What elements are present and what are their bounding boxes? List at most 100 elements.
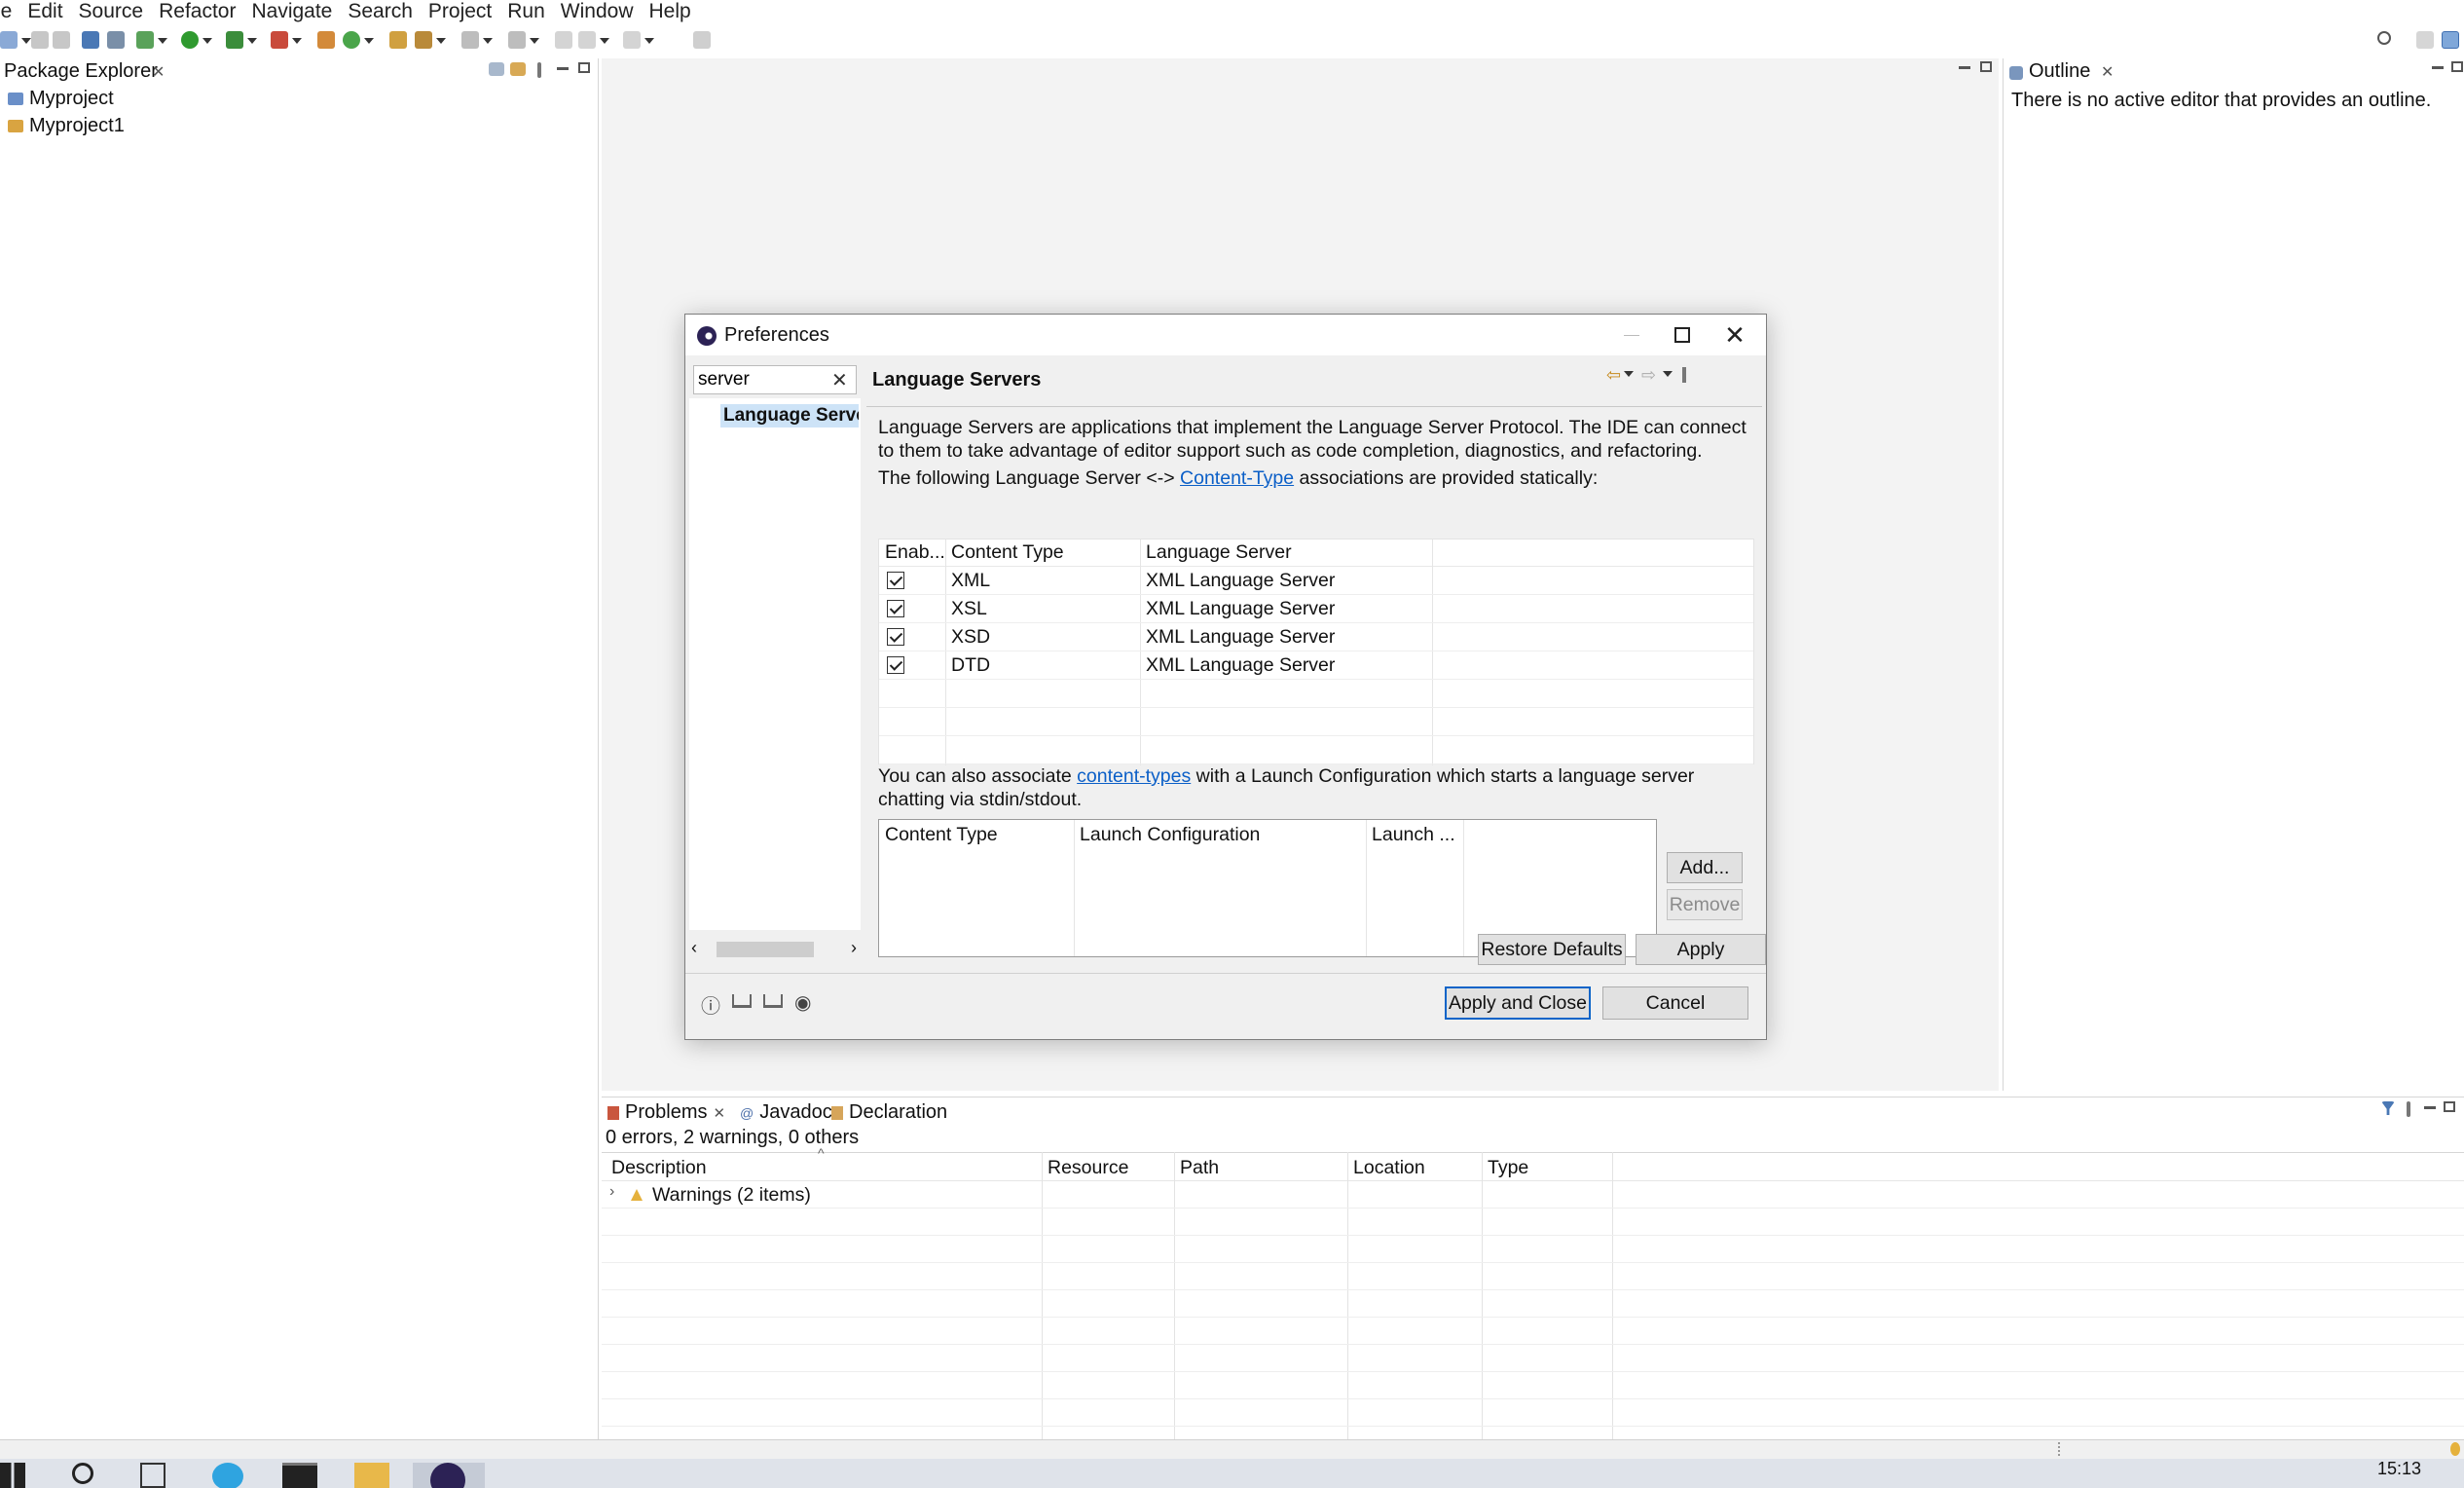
col-description[interactable]: Description — [611, 1157, 707, 1179]
restore-defaults-button[interactable]: Restore Defaults — [1478, 934, 1626, 965]
enabled-checkbox[interactable] — [887, 628, 904, 646]
tab-outline[interactable]: Outline — [2029, 60, 2090, 83]
close-icon[interactable]: ✕ — [713, 1104, 725, 1122]
open-perspective-icon[interactable] — [2416, 31, 2434, 49]
apply-and-close-button[interactable]: Apply and Close — [1445, 986, 1591, 1020]
col-launch-configuration[interactable]: Launch Configuration — [1080, 824, 1260, 846]
help-icon[interactable]: ⓘ — [701, 990, 722, 1018]
col-enabled[interactable]: Enab... — [885, 541, 945, 564]
col-path[interactable]: Path — [1180, 1157, 1219, 1179]
minimize-icon[interactable] — [557, 67, 569, 70]
chevron-left-icon[interactable]: ‹ — [691, 938, 697, 958]
tree-item[interactable]: Myproject1 — [8, 115, 125, 137]
menu-edit[interactable]: Edit — [19, 0, 70, 25]
add-button[interactable]: Add... — [1667, 852, 1743, 883]
close-icon[interactable]: ✕ — [152, 62, 165, 82]
coverage-icon[interactable] — [226, 31, 257, 49]
maximize-icon[interactable] — [2444, 1101, 2455, 1112]
minimize-icon[interactable] — [1959, 66, 1970, 69]
table-row[interactable]: DTD XML Language Server — [879, 651, 1753, 680]
table-row[interactable]: XSL XML Language Server — [879, 595, 1753, 623]
java-perspective-icon[interactable] — [2442, 31, 2459, 49]
collapse-all-icon[interactable] — [489, 62, 504, 76]
menu-help[interactable]: Help — [642, 0, 699, 25]
new-java-package-icon[interactable] — [317, 31, 335, 49]
new-icon[interactable] — [0, 31, 31, 49]
link-with-editor-icon[interactable] — [510, 62, 526, 76]
chevron-right-icon[interactable]: › — [609, 1183, 614, 1201]
content-type-link[interactable]: Content-Type — [1180, 467, 1294, 489]
external-tools-icon[interactable] — [271, 31, 302, 49]
view-menu-icon[interactable] — [2407, 1101, 2410, 1117]
table-row[interactable]: › Warnings (2 items) — [602, 1181, 2464, 1209]
chevron-down-icon[interactable] — [1663, 371, 1673, 377]
tree-horizontal-scrollbar[interactable]: ‹ › — [689, 938, 861, 961]
save-icon[interactable] — [31, 31, 49, 49]
search-icon[interactable] — [2377, 31, 2391, 45]
menu-search[interactable]: Search — [340, 0, 421, 25]
pin-editor-icon[interactable] — [693, 31, 711, 49]
view-menu-icon[interactable] — [1682, 367, 1686, 383]
previous-annotation-icon[interactable] — [508, 31, 539, 49]
scrollbar-thumb[interactable] — [717, 942, 814, 957]
menu-run[interactable]: Run — [499, 0, 553, 25]
back-icon[interactable]: ⇦ — [1606, 365, 1621, 386]
tab-problems[interactable]: Problems ✕ — [607, 1101, 725, 1124]
eclipse-taskbar-item[interactable] — [413, 1463, 485, 1488]
window-minimize-icon[interactable] — [1612, 320, 1651, 350]
filter-icon[interactable] — [2381, 1101, 2395, 1115]
menu-navigate[interactable]: Navigate — [243, 0, 340, 25]
forward-icon[interactable] — [623, 31, 654, 49]
minimize-icon[interactable] — [2432, 66, 2444, 69]
terminal-icon[interactable] — [82, 31, 99, 49]
menu-file[interactable]: le — [0, 0, 19, 25]
import-icon[interactable] — [732, 994, 752, 1008]
cancel-button[interactable]: Cancel — [1602, 986, 1748, 1020]
apply-button[interactable]: Apply — [1636, 934, 1766, 965]
last-edit-icon[interactable] — [555, 31, 572, 49]
forward-icon[interactable]: ⇨ — [1641, 365, 1656, 386]
col-launch-mode[interactable]: Launch ... — [1372, 824, 1455, 846]
back-icon[interactable] — [578, 31, 609, 49]
clear-icon[interactable]: ✕ — [831, 368, 848, 392]
save-all-icon[interactable] — [53, 31, 70, 49]
tab-declaration[interactable]: Declaration — [831, 1101, 947, 1124]
maximize-icon[interactable] — [1980, 61, 1992, 72]
window-close-icon[interactable]: ✕ — [1715, 320, 1754, 350]
enabled-checkbox[interactable] — [887, 600, 904, 617]
col-content-type[interactable]: Content Type — [951, 541, 1064, 564]
debug-icon[interactable] — [136, 31, 167, 49]
remove-button[interactable]: Remove — [1667, 889, 1743, 920]
menu-refactor[interactable]: Refactor — [151, 0, 243, 25]
table-row[interactable]: XML XML Language Server — [879, 567, 1753, 595]
tree-item-language-servers[interactable]: Language Servers — [720, 404, 859, 428]
skip-breakpoints-icon[interactable] — [107, 31, 125, 49]
search-icon[interactable] — [72, 1463, 93, 1484]
minimize-icon[interactable] — [2424, 1106, 2436, 1109]
record-icon[interactable]: ◉ — [794, 990, 816, 1014]
browser-icon[interactable] — [212, 1463, 243, 1488]
view-menu-icon[interactable] — [537, 62, 541, 78]
menu-window[interactable]: Window — [553, 0, 642, 25]
notification-icon[interactable] — [2450, 1442, 2460, 1456]
col-location[interactable]: Location — [1353, 1157, 1425, 1179]
search-tool-icon[interactable] — [415, 31, 446, 49]
col-type[interactable]: Type — [1488, 1157, 1528, 1179]
start-icon[interactable] — [0, 1463, 25, 1488]
task-view-icon[interactable] — [140, 1463, 165, 1488]
maximize-icon[interactable] — [578, 62, 590, 73]
content-types-link[interactable]: content-types — [1077, 765, 1191, 787]
table-row[interactable]: XSD XML Language Server — [879, 623, 1753, 651]
next-annotation-icon[interactable] — [461, 31, 493, 49]
chevron-down-icon[interactable] — [1624, 371, 1634, 377]
open-type-icon[interactable] — [389, 31, 407, 49]
new-java-class-icon[interactable] — [343, 31, 374, 49]
export-icon[interactable] — [763, 994, 783, 1008]
tab-javadoc[interactable]: @ Javadoc — [740, 1101, 832, 1124]
menu-project[interactable]: Project — [421, 0, 499, 25]
chevron-right-icon[interactable]: › — [851, 938, 857, 958]
tab-package-explorer[interactable]: Package Explorer — [4, 60, 158, 83]
window-maximize-icon[interactable] — [1663, 320, 1702, 350]
col-resource[interactable]: Resource — [1048, 1157, 1128, 1179]
col-content-type[interactable]: Content Type — [885, 824, 998, 846]
